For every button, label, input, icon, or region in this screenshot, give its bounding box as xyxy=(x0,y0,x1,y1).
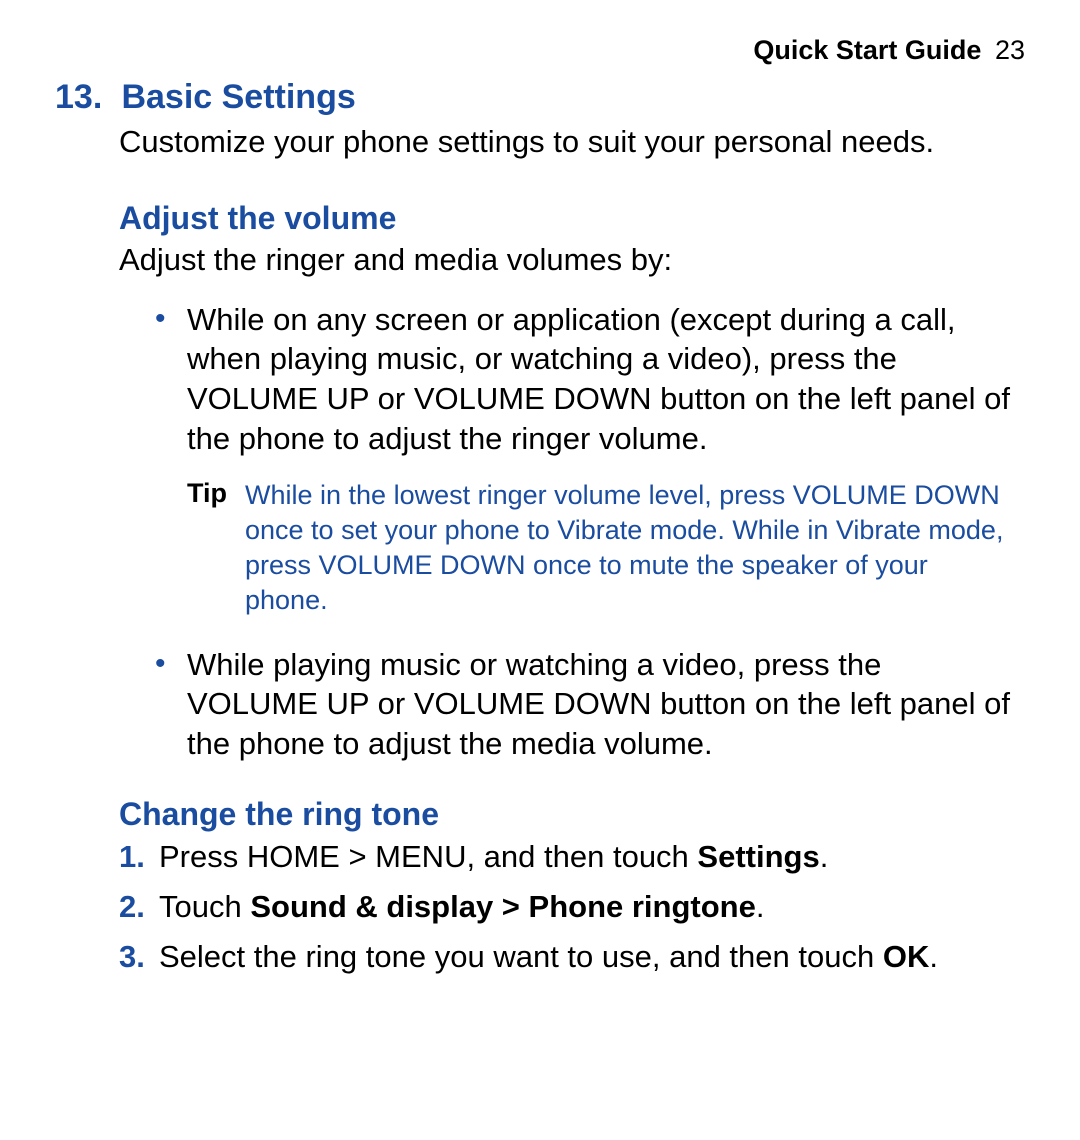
step-suffix: . xyxy=(820,839,829,874)
tip-block: Tip While in the lowest ringer volume le… xyxy=(187,478,1005,618)
step-bold: Settings xyxy=(697,839,819,874)
step-item: Press HOME > MENU, and then touch Settin… xyxy=(119,837,1005,877)
step-text: Press HOME > MENU, and then touch xyxy=(159,839,697,874)
volume-bullet-list: While on any screen or application (exce… xyxy=(155,300,1015,459)
ringtone-steps: Press HOME > MENU, and then touch Settin… xyxy=(119,837,1005,978)
step-bold: Sound & display > Phone ringtone xyxy=(250,889,756,924)
step-suffix: . xyxy=(756,889,765,924)
step-text: Select the ring tone you want to use, an… xyxy=(159,939,883,974)
section-number: 13. xyxy=(55,78,117,117)
step-bold: OK xyxy=(883,939,930,974)
step-text: Touch xyxy=(159,889,250,924)
subheading-volume: Adjust the volume xyxy=(119,200,1025,237)
page-number: 23 xyxy=(995,35,1025,65)
tip-text: While in the lowest ringer volume level,… xyxy=(245,478,1005,618)
subheading-ringtone: Change the ring tone xyxy=(119,796,1025,833)
page-header: Quick Start Guide 23 xyxy=(55,35,1025,66)
tip-label: Tip xyxy=(187,478,227,509)
section-heading-row: 13. Basic Settings xyxy=(55,78,1025,117)
volume-bullet-list-2: While playing music or watching a video,… xyxy=(155,645,1015,764)
step-suffix: . xyxy=(929,939,938,974)
guide-title: Quick Start Guide xyxy=(753,35,981,65)
step-item: Select the ring tone you want to use, an… xyxy=(119,937,1005,977)
section-intro: Customize your phone settings to suit yo… xyxy=(119,123,1025,162)
step-item: Touch Sound & display > Phone ringtone. xyxy=(119,887,1005,927)
list-item: While on any screen or application (exce… xyxy=(155,300,1015,459)
volume-intro: Adjust the ringer and media volumes by: xyxy=(119,241,1025,280)
section-title: Basic Settings xyxy=(121,78,355,116)
list-item: While playing music or watching a video,… xyxy=(155,645,1015,764)
